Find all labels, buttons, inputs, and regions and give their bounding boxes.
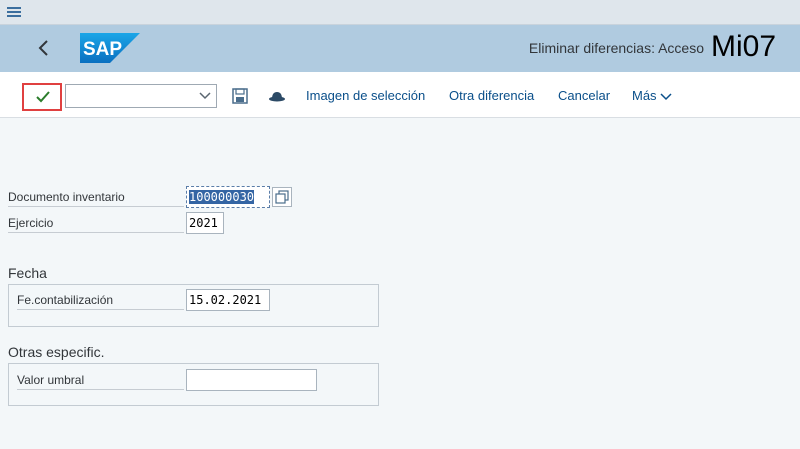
- shell-bar: SAP Eliminar diferencias: Acceso Mi07: [0, 25, 800, 72]
- posting-date-label: Fe.contabilización: [17, 293, 184, 310]
- more-button[interactable]: Más: [632, 88, 672, 103]
- fiscal-year-input[interactable]: 2021: [186, 212, 224, 234]
- copy-icon: [275, 190, 289, 204]
- chevron-down-icon[interactable]: [198, 90, 212, 102]
- hat-icon[interactable]: [268, 87, 286, 105]
- transaction-code-label: Mi07: [711, 30, 777, 63]
- save-icon[interactable]: [231, 87, 249, 105]
- sap-logo: SAP: [80, 33, 140, 63]
- chevron-left-icon: [38, 40, 48, 56]
- command-field[interactable]: [65, 84, 217, 108]
- date-section-title: Fecha: [8, 265, 47, 281]
- menu-bar: [0, 0, 800, 25]
- enter-button[interactable]: [22, 83, 62, 111]
- chevron-down-icon: [660, 93, 672, 100]
- fiscal-year-label: Ejercicio: [8, 216, 184, 233]
- checkmark-icon: [36, 91, 50, 103]
- more-label: Más: [632, 88, 657, 103]
- application-toolbar: Imagen de selección Otra diferencia Canc…: [0, 72, 800, 118]
- cancel-button[interactable]: Cancelar: [558, 88, 610, 103]
- threshold-input[interactable]: [186, 369, 317, 391]
- svg-text:SAP: SAP: [83, 39, 122, 60]
- hamburger-menu-icon[interactable]: [6, 4, 22, 20]
- document-input[interactable]: 100000030: [186, 186, 270, 208]
- document-label: Documento inventario: [8, 190, 184, 207]
- back-button[interactable]: [30, 34, 58, 62]
- document-value: 100000030: [189, 190, 255, 204]
- value-help-button[interactable]: [272, 187, 292, 207]
- posting-date-input[interactable]: 15.02.2021: [186, 289, 270, 311]
- other-specs-section-title: Otras especific.: [8, 344, 105, 360]
- other-difference-button[interactable]: Otra diferencia: [449, 88, 534, 103]
- threshold-label: Valor umbral: [17, 373, 184, 390]
- fiscal-year-value: 2021: [189, 216, 218, 230]
- selection-screen-button[interactable]: Imagen de selección: [306, 88, 425, 103]
- posting-date-value: 15.02.2021: [189, 293, 262, 307]
- page-title: Eliminar diferencias: Acceso: [528, 40, 704, 56]
